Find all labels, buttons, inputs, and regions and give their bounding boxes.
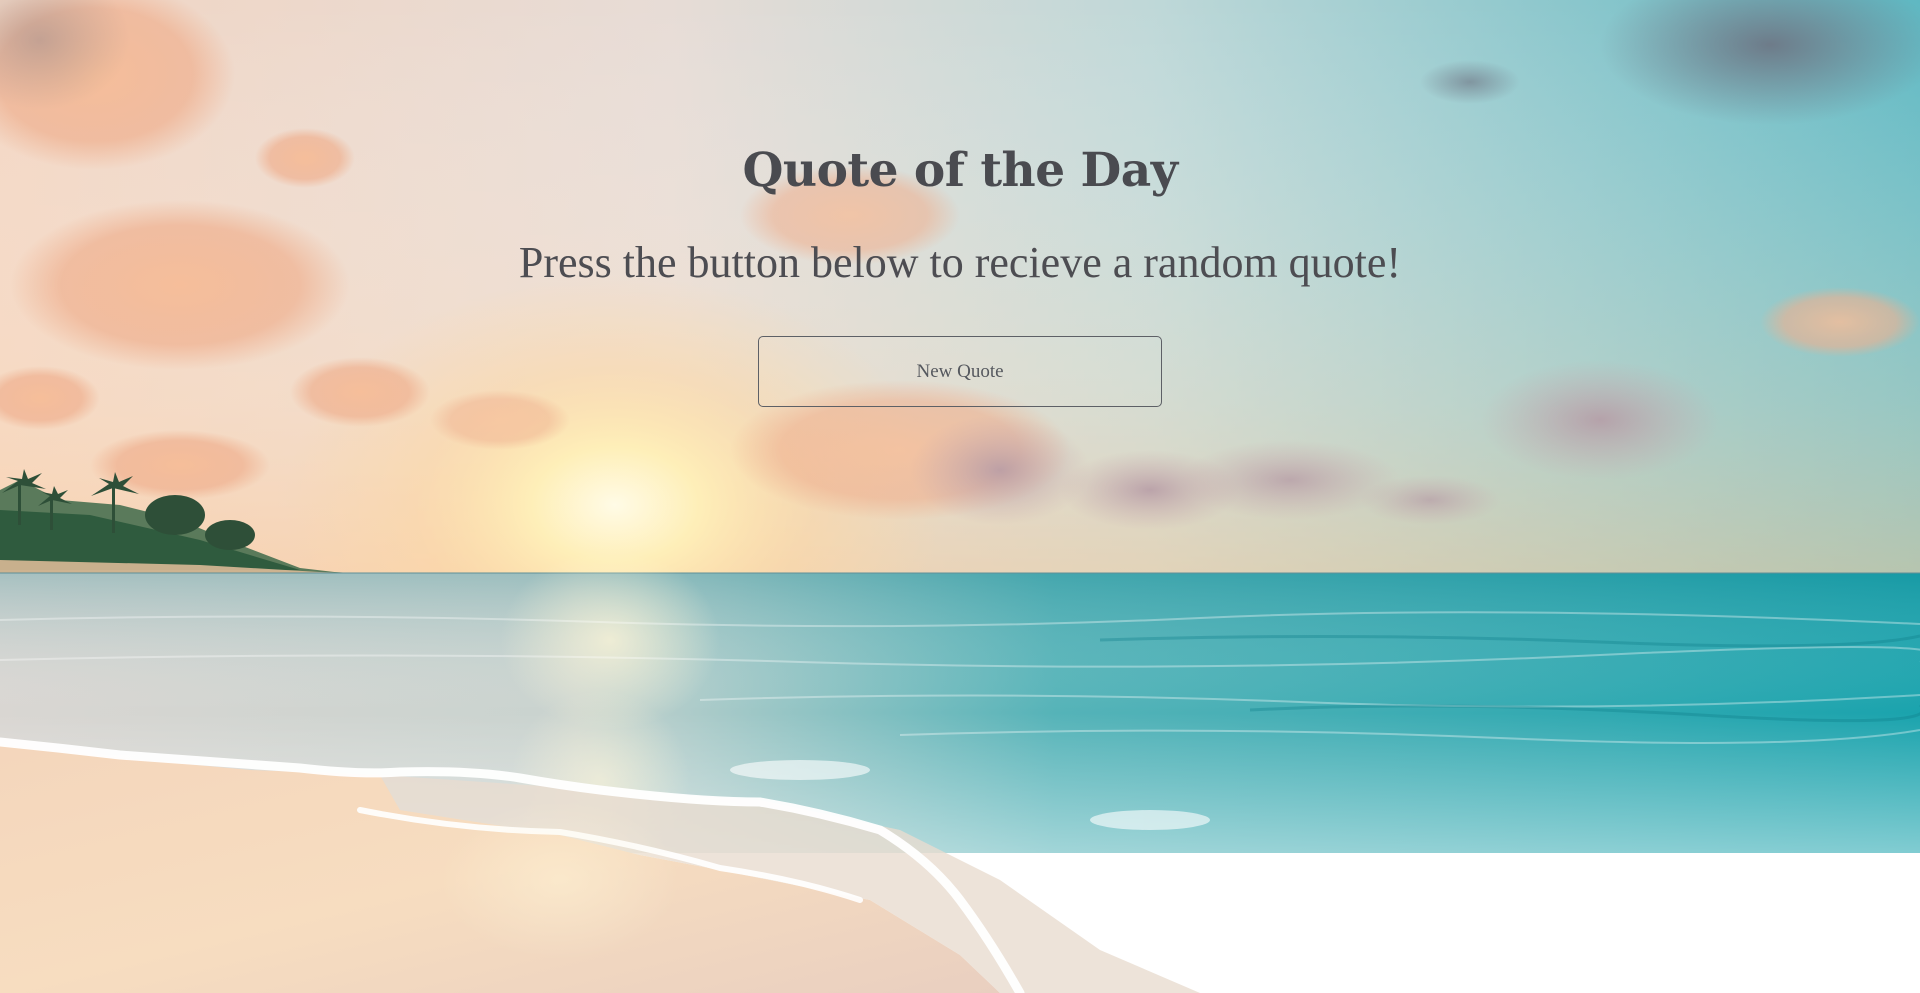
page-subtitle: Press the button below to recieve a rand…	[518, 238, 1402, 287]
new-quote-button[interactable]: New Quote	[758, 336, 1162, 407]
page-title: Quote of the Day	[742, 143, 1178, 198]
